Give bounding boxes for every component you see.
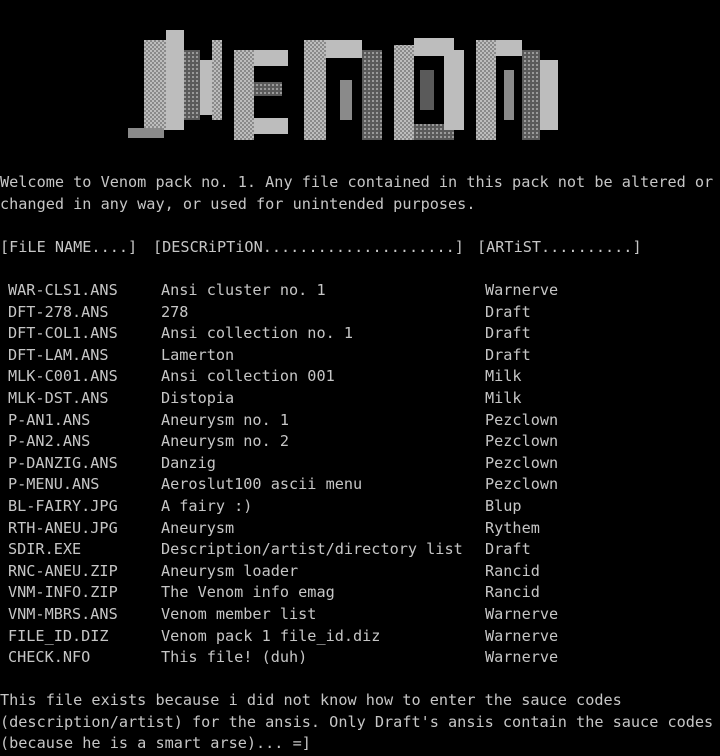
- file-description: Description/artist/directory list: [161, 540, 463, 559]
- file-name: RTH-ANEU.JPG: [8, 518, 118, 537]
- file-artist: Draft: [485, 345, 531, 364]
- file-artist: Rancid: [485, 561, 540, 580]
- file-description: Aneurysm loader: [161, 561, 299, 580]
- file-artist: Rancid: [485, 583, 540, 602]
- file-description: Venom member list: [161, 605, 317, 623]
- file-description: Distopia: [161, 389, 235, 407]
- file-name: BL-FAIRY.JPG: [8, 497, 118, 515]
- file-artist: Warnerve: [485, 648, 559, 667]
- footer-line-3: (because he is a smart arse)... =]: [0, 734, 311, 752]
- venom-logo: [128, 30, 558, 140]
- file-name: DFT-COL1.ANS: [8, 324, 118, 343]
- file-name: RNC-ANEU.ZIP: [8, 561, 118, 580]
- file-description: Aneurysm no. 1: [161, 410, 290, 429]
- file-name: MLK-DST.ANS: [8, 389, 109, 407]
- footer-line-1: This file exists because i did not know …: [0, 691, 622, 709]
- file-artist: Draft: [485, 302, 531, 321]
- file-artist: Warnerve: [485, 626, 559, 645]
- footer-line-2: (description/artist) for the ansis. Only…: [0, 713, 714, 731]
- file-description: 278: [161, 302, 189, 321]
- file-description: This file! (duh): [161, 648, 308, 667]
- file-artist: Pezclown: [485, 475, 559, 494]
- file-description: Ansi collection no. 1: [161, 324, 354, 343]
- header-file-name: [FiLE NAME....]: [0, 238, 138, 256]
- file-artist: Pezclown: [485, 453, 559, 472]
- file-name: DFT-LAM.ANS: [8, 345, 109, 364]
- file-name: FILE_ID.DIZ: [8, 626, 109, 645]
- file-artist: Pezclown: [485, 432, 559, 451]
- file-artist: Pezclown: [485, 410, 559, 429]
- file-artist: Draft: [485, 324, 531, 343]
- file-artist: Draft: [485, 540, 531, 559]
- file-artist: Rythem: [485, 518, 540, 537]
- file-name: SDIR.EXE: [8, 540, 82, 559]
- file-row: P-AN2.ANS Aneurysm no. 2 Pezclown: [0, 431, 720, 453]
- file-description: Aneurysm no. 2: [161, 432, 290, 451]
- file-artist: Milk: [485, 389, 522, 407]
- file-description: The Venom info emag: [161, 583, 335, 602]
- file-description: Aneurysm: [161, 518, 235, 537]
- file-name: VNM-MBRS.ANS: [8, 605, 118, 623]
- file-name: P-DANZIG.ANS: [8, 453, 118, 472]
- file-artist: Milk: [485, 367, 522, 386]
- file-row: RTH-ANEU.JPG Aneurysm Rythem: [0, 518, 720, 540]
- file-row: DFT-LAM.ANS Lamerton Draft: [0, 345, 720, 367]
- file-row: VNM-INFO.ZIP The Venom info emag Rancid: [0, 582, 720, 604]
- file-description: Ansi collection 001: [161, 367, 335, 386]
- file-row: DFT-COL1.ANS Ansi collection no. 1 Draft: [0, 323, 720, 345]
- file-row: MLK-C001.ANS Ansi collection 001 Milk: [0, 366, 720, 388]
- intro-line-2: changed in any way, or used for unintend…: [0, 195, 476, 213]
- file-name: DFT-278.ANS: [8, 302, 109, 321]
- file-description: A fairy :): [161, 497, 253, 515]
- file-row: P-MENU.ANS Aeroslut100 ascii menu Pezclown: [0, 474, 720, 496]
- intro-line-1: Welcome to Venom pack no. 1. Any file co…: [0, 173, 714, 191]
- file-row: WAR-CLS1.ANS Ansi cluster no. 1 Warnerve: [0, 280, 720, 302]
- file-row: SDIR.EXE Description/artist/directory lis…: [0, 539, 720, 561]
- file-description: Aeroslut100 ascii menu: [161, 475, 363, 494]
- file-description: Venom pack 1 file_id.diz: [161, 626, 381, 645]
- file-row: DFT-278.ANS 278 Draft: [0, 302, 720, 324]
- file-row: CHECK.NFO This file! (duh) Warnerve: [0, 647, 720, 669]
- file-artist: Blup: [485, 497, 522, 515]
- file-name: P-AN1.ANS: [8, 410, 91, 429]
- header-description: [DESCRiPTiON.....................]: [153, 238, 464, 256]
- file-row: P-AN1.ANS Aneurysm no. 1 Pezclown: [0, 410, 720, 432]
- file-row: MLK-DST.ANS Distopia Milk: [0, 388, 720, 410]
- file-name: MLK-C001.ANS: [8, 367, 118, 386]
- file-row: FILE_ID.DIZ Venom pack 1 file_id.diz Warne…: [0, 626, 720, 648]
- file-name: P-MENU.ANS: [8, 475, 100, 494]
- file-name: P-AN2.ANS: [8, 432, 91, 451]
- file-name: WAR-CLS1.ANS: [8, 281, 118, 299]
- header-artist: [ARTiST..........]: [477, 238, 642, 256]
- file-name: VNM-INFO.ZIP: [8, 583, 118, 602]
- file-name: CHECK.NFO: [8, 648, 91, 667]
- file-description: Ansi cluster no. 1: [161, 281, 326, 299]
- file-artist: Warnerve: [485, 281, 559, 299]
- file-description: Lamerton: [161, 345, 235, 364]
- file-row: BL-FAIRY.JPG A fairy :) Blup: [0, 496, 720, 518]
- file-table-header: [FiLE NAME....] [DESCRiPTiON............…: [0, 237, 720, 259]
- file-artist: Warnerve: [485, 605, 559, 623]
- file-row: RNC-ANEU.ZIP Aneurysm loader Rancid: [0, 561, 720, 583]
- file-row: VNM-MBRS.ANS Venom member list Warnerve: [0, 604, 720, 626]
- file-description: Danzig: [161, 453, 216, 472]
- file-row: P-DANZIG.ANS Danzig Pezclown: [0, 453, 720, 475]
